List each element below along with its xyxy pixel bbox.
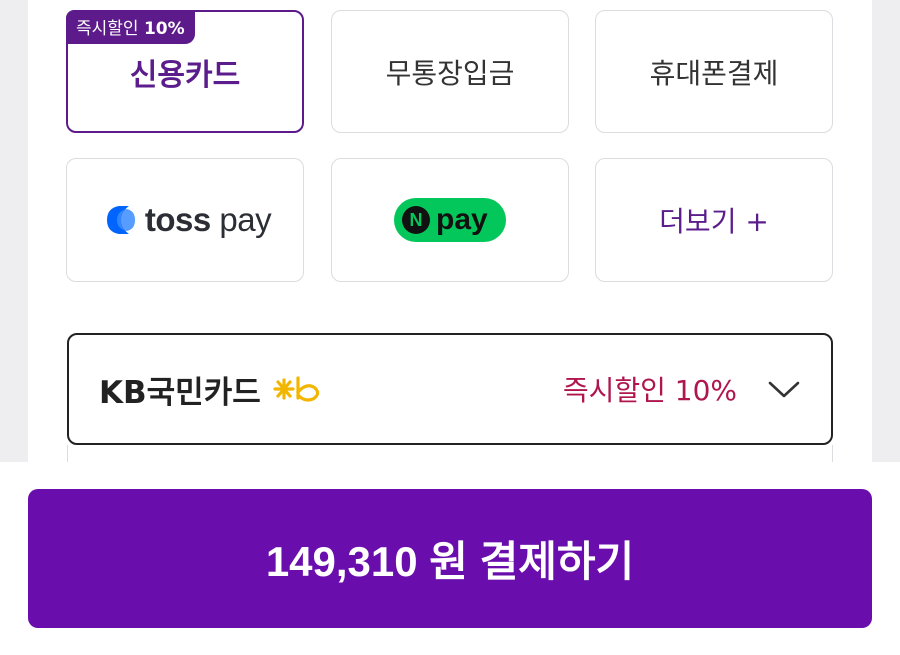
naver-pay-option[interactable]: N pay bbox=[331, 158, 569, 282]
bank-transfer-label: 무통장입금 bbox=[385, 56, 515, 90]
mobile-payment-option[interactable]: 휴대폰결제 bbox=[595, 10, 833, 133]
naver-pay-logo: N pay bbox=[394, 198, 506, 242]
chevron-down-icon[interactable] bbox=[767, 379, 801, 399]
instant-discount-badge: 즉시할인 10% bbox=[66, 10, 195, 44]
badge-text: 즉시할인 bbox=[76, 19, 139, 39]
card-company-select[interactable]: KB국민카드 즉시할인 10% bbox=[67, 333, 833, 445]
naver-n-icon: N bbox=[402, 206, 430, 234]
credit-card-option[interactable]: 즉시할인 10% 신용카드 bbox=[66, 10, 304, 133]
toss-pay-option[interactable]: toss pay bbox=[66, 158, 304, 282]
naver-pay-text: pay bbox=[436, 203, 488, 236]
bank-transfer-option[interactable]: 무통장입금 bbox=[331, 10, 569, 133]
mobile-payment-label: 휴대폰결제 bbox=[649, 56, 779, 90]
credit-card-label: 신용카드 bbox=[129, 57, 241, 93]
toss-pay-text: pay bbox=[219, 201, 272, 238]
card-company-name: KB국민카드 bbox=[99, 374, 261, 411]
toss-brand-text: toss bbox=[144, 201, 211, 238]
badge-percent: 10% bbox=[143, 19, 185, 39]
toss-pay-logo: toss pay bbox=[99, 201, 272, 239]
pay-button[interactable]: 149,310 원 결제하기 bbox=[28, 489, 872, 628]
more-options-button[interactable]: 더보기 + bbox=[595, 158, 833, 282]
kb-logo-icon bbox=[273, 376, 319, 402]
more-label: 더보기 + bbox=[659, 205, 769, 238]
instant-discount-text: 즉시할인 10% bbox=[562, 374, 737, 407]
toss-icon bbox=[106, 206, 135, 234]
